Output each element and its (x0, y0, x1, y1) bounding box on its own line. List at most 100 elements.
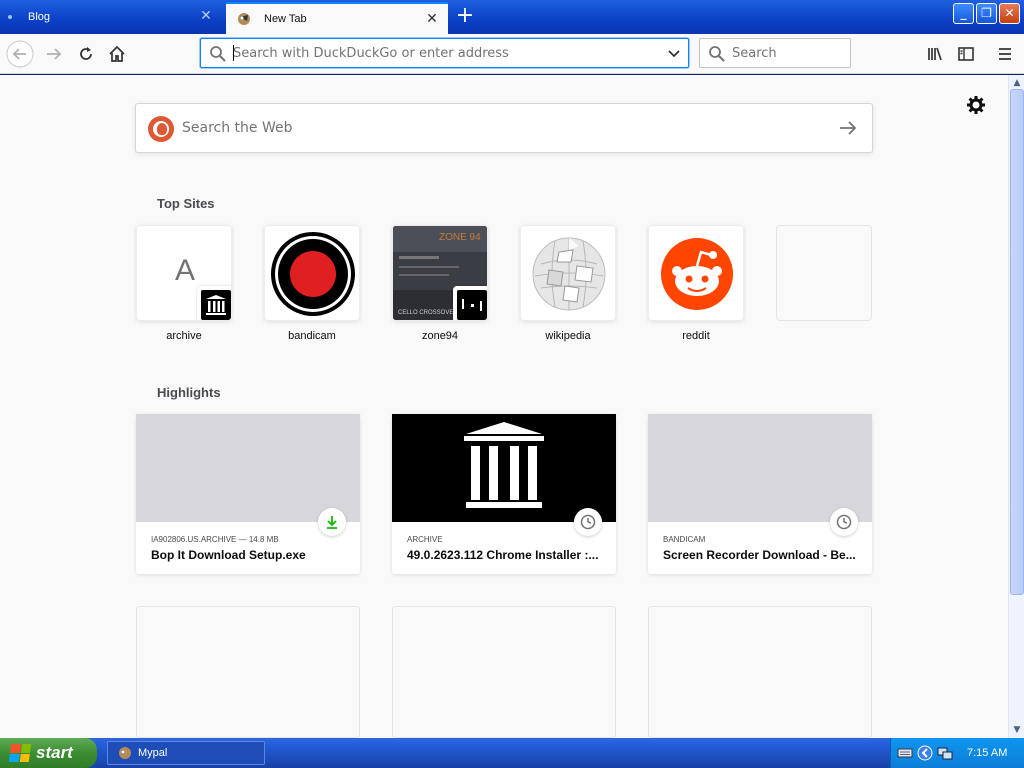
taskbar-item-mypal[interactable]: Mypal (107, 741, 265, 765)
site-label: bandicam (288, 330, 336, 342)
empty-highlight-card (136, 606, 360, 738)
duckduckgo-logo-icon (148, 116, 174, 142)
restore-button[interactable]: ❐ (976, 3, 997, 24)
site-tile[interactable] (648, 225, 744, 321)
nav-toolbar: Search with DuckDuckGo or enter address … (0, 34, 1024, 74)
card-title: Screen Recorder Download - Be... (663, 548, 856, 562)
card-context: IA902806.US.ARCHIVE — 14.8 MB (151, 535, 279, 544)
new-tab-button[interactable]: + (454, 5, 476, 28)
windows-flag-icon (8, 744, 32, 762)
reddit-alien-icon (661, 238, 733, 310)
web-search-input[interactable]: Search the Web (182, 120, 293, 136)
download-icon (327, 516, 337, 529)
reload-button[interactable] (72, 40, 100, 68)
zone94-thumb-title: ZONE 94 (439, 232, 481, 243)
library-button[interactable] (921, 40, 949, 68)
address-bar[interactable]: Search with DuckDuckGo or enter address (200, 38, 689, 68)
bandicam-record-icon (271, 232, 355, 316)
top-site-bandicam[interactable]: bandicam (264, 225, 360, 342)
back-button[interactable] (6, 40, 34, 68)
text-caret (233, 45, 234, 61)
windows-taskbar: start Mypal 7:15 AM (0, 738, 1024, 768)
empty-site-tile (776, 225, 872, 321)
search-input[interactable]: Search (732, 46, 777, 61)
sidebar-icon (958, 47, 974, 61)
network-icon[interactable] (937, 745, 953, 761)
scrollbar-thumb[interactable] (1010, 89, 1024, 595)
reload-icon (80, 47, 92, 60)
site-letter: A (174, 254, 195, 287)
close-window-button[interactable]: ✕ (999, 3, 1020, 24)
tab-blog[interactable]: Blog ✕ (0, 2, 222, 32)
close-tab-icon[interactable]: ✕ (424, 11, 440, 27)
top-sites-heading: Top Sites (157, 196, 215, 211)
mypal-favicon-icon (238, 13, 250, 25)
site-tile[interactable]: ZONE 94 CELLO CROSSOVER METAL (392, 225, 488, 321)
card-context: ARCHIVE (407, 535, 443, 544)
top-site-wikipedia[interactable]: wikipedia (520, 225, 616, 342)
site-label: wikipedia (545, 330, 591, 342)
keyboard-icon[interactable] (897, 745, 913, 761)
site-label: archive (166, 330, 202, 342)
top-site-empty (776, 225, 872, 321)
start-button[interactable]: start (0, 738, 97, 768)
search-bar[interactable]: Search (699, 38, 851, 68)
site-tile[interactable] (264, 225, 360, 321)
history-badge (830, 508, 858, 536)
clock-icon (836, 514, 852, 530)
back-arrow-icon (6, 40, 34, 68)
scroll-down-arrow-icon[interactable]: ▼ (1011, 724, 1023, 736)
site-favicon (453, 286, 487, 320)
close-tab-icon[interactable]: ✕ (198, 8, 214, 24)
highlight-card[interactable]: ARCHIVE 49.0.2623.112 Chrome Installer :… (392, 414, 616, 574)
web-search-box[interactable]: Search the Web (135, 103, 873, 153)
tab-strip: Blog ✕ New Tab ✕ + _ ❐ ✕ (0, 0, 1024, 34)
card-thumbnail (136, 414, 360, 522)
history-badge (574, 508, 602, 536)
arrow-right-icon[interactable] (838, 119, 858, 137)
blog-favicon-icon (8, 15, 12, 19)
archive-temple-icon (464, 422, 544, 508)
card-title: Bop It Download Setup.exe (151, 548, 306, 562)
mypal-app-icon (119, 747, 131, 759)
menu-button[interactable] (991, 40, 1019, 68)
address-input[interactable]: Search with DuckDuckGo or enter address (233, 46, 509, 61)
highlight-card[interactable]: BANDICAM Screen Recorder Download - Be..… (648, 414, 872, 574)
card-thumbnail (392, 414, 616, 522)
wikipedia-globe-icon (532, 237, 606, 311)
empty-highlight-card (392, 606, 616, 738)
site-tile[interactable]: A (136, 225, 232, 321)
window-controls: _ ❐ ✕ (953, 3, 1020, 24)
chevron-left-icon[interactable] (917, 745, 933, 761)
search-icon (709, 46, 725, 62)
site-label: reddit (682, 330, 710, 342)
top-site-zone94[interactable]: ZONE 94 CELLO CROSSOVER METAL zone94 (392, 225, 488, 342)
minimize-button[interactable]: _ (953, 3, 974, 24)
system-clock: 7:15 AM (967, 747, 1008, 759)
zone94-pong-icon (462, 299, 482, 311)
site-label: zone94 (421, 330, 459, 342)
highlight-card[interactable]: IA902806.US.ARCHIVE — 14.8 MB Bop It Dow… (136, 414, 360, 574)
card-title: 49.0.2623.112 Chrome Installer :... (407, 548, 599, 562)
forward-button[interactable] (40, 40, 68, 68)
system-tray: 7:15 AM (890, 738, 1024, 768)
vertical-scrollbar[interactable]: ▲ ▼ (1008, 75, 1024, 738)
sidebar-button[interactable] (952, 40, 980, 68)
tab-new-tab[interactable]: New Tab ✕ (226, 2, 448, 34)
top-site-archive[interactable]: A archive (136, 225, 232, 342)
card-context: BANDICAM (663, 535, 706, 544)
library-icon (928, 47, 942, 61)
scroll-up-arrow-icon[interactable]: ▲ (1011, 77, 1023, 89)
empty-highlight-card (648, 606, 872, 738)
home-button[interactable] (103, 40, 131, 68)
highlights-heading: Highlights (157, 385, 221, 400)
hamburger-menu-icon (999, 48, 1011, 60)
gear-icon[interactable] (966, 95, 986, 115)
chevron-down-icon[interactable] (666, 45, 682, 61)
site-tile[interactable] (520, 225, 616, 321)
card-thumbnail (648, 414, 872, 522)
tab-label: Blog (28, 11, 51, 23)
top-site-reddit[interactable]: reddit (648, 225, 744, 342)
site-favicon (197, 286, 231, 320)
taskbar-item-label: Mypal (138, 747, 168, 759)
